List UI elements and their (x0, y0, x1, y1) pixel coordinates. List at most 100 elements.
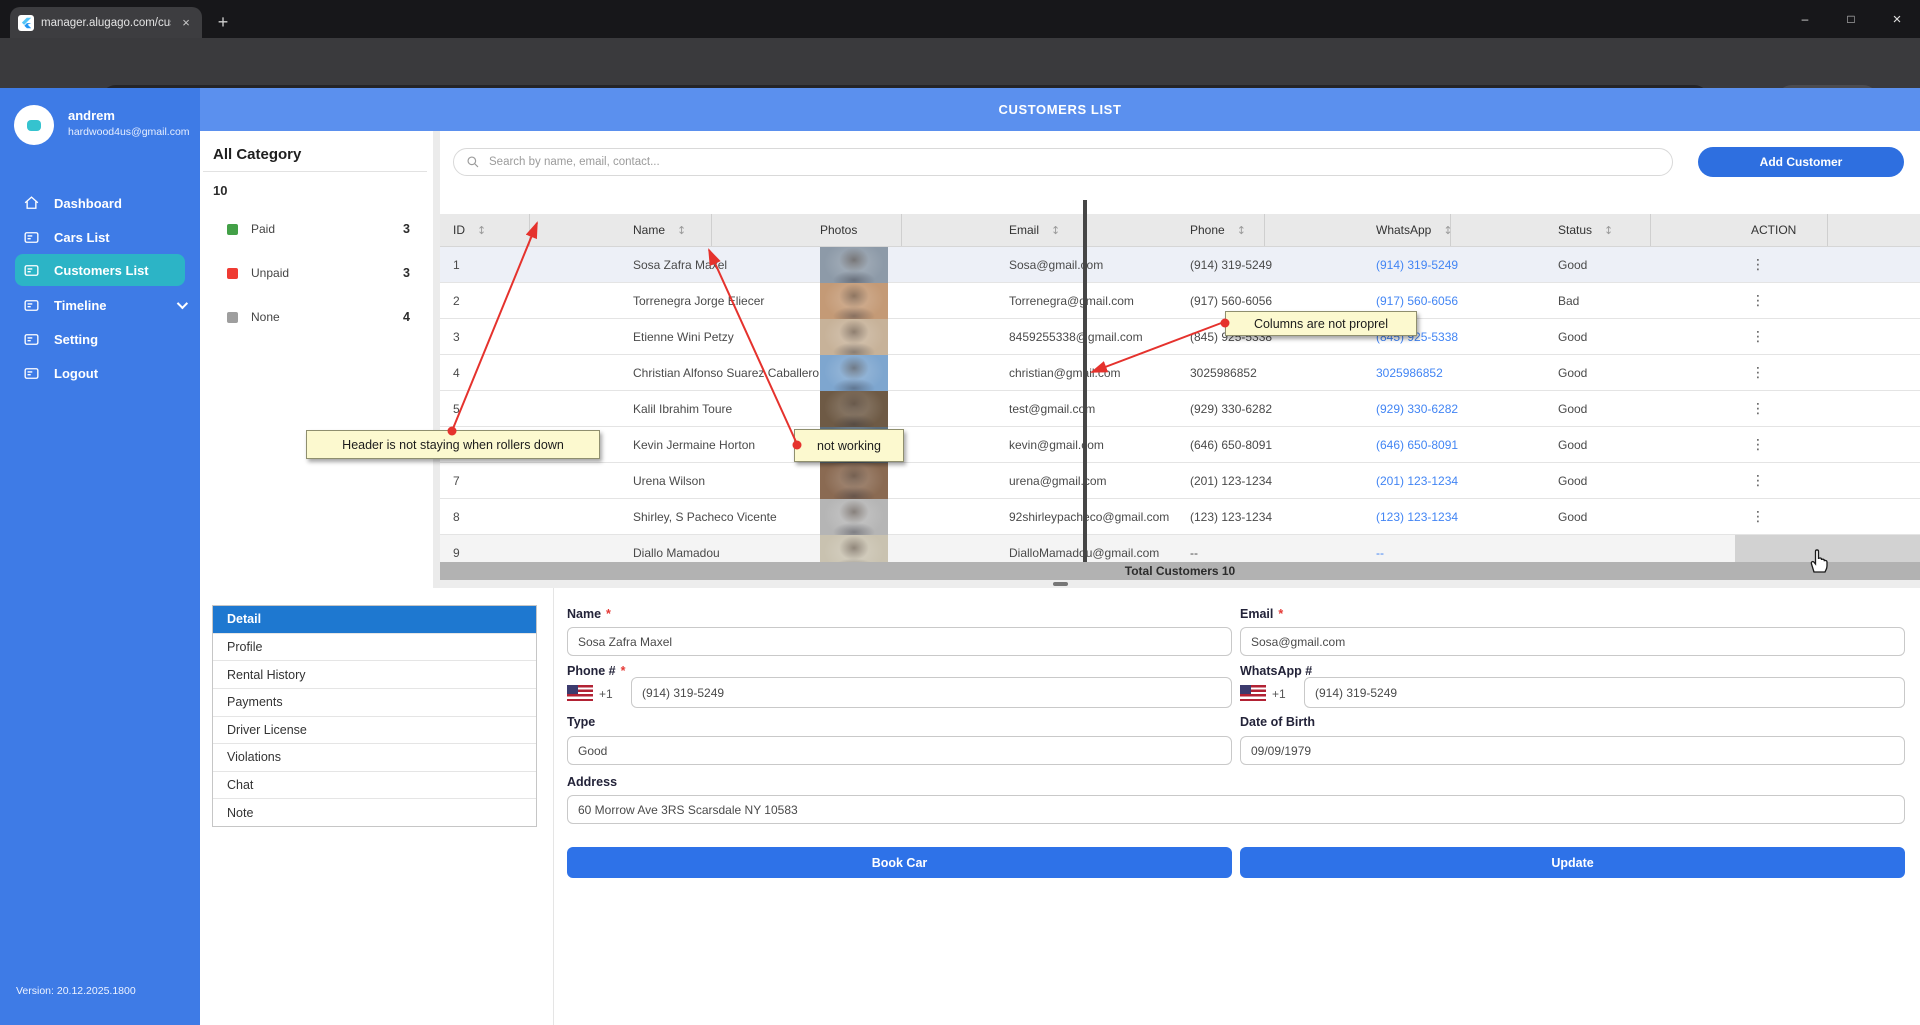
maximize-button[interactable]: □ (1828, 0, 1874, 38)
required-asterisk: * (620, 664, 626, 678)
email-field[interactable] (1240, 627, 1905, 656)
row-actions-menu-icon[interactable]: ⋮ (1651, 355, 1828, 390)
sort-icon[interactable]: ↕ (1604, 224, 1613, 237)
sort-icon[interactable]: ↕ (477, 224, 486, 237)
type-field[interactable] (567, 736, 1232, 765)
detail-tab[interactable]: Chat (213, 770, 536, 799)
table-row[interactable]: 5 Kalil Ibrahim Toure test@gmail.com (92… (440, 390, 1920, 427)
cell-whatsapp-link[interactable]: (646) 650-8091 (1265, 427, 1458, 462)
customer-form: Name* Email* Phone #* +1 WhatsApp # +1 T… (567, 588, 1905, 1025)
table-row[interactable]: 3 Etienne Wini Petzy 8459255338@gmail.co… (440, 318, 1920, 355)
cell-whatsapp-link[interactable]: (201) 123-1234 (1265, 463, 1458, 498)
sidebar-nav: Dashboard Cars List Customers List Timel… (0, 186, 200, 390)
cell-phone: 3025986852 (1190, 365, 1257, 380)
row-actions-menu-icon[interactable]: ⋮ (1651, 283, 1828, 318)
sidebar-nav-item[interactable]: Setting (0, 322, 200, 356)
table-row[interactable]: 1 Sosa Zafra Maxel Sosa@gmail.com (914) … (440, 247, 1920, 283)
us-flag-icon[interactable] (567, 685, 593, 701)
cell-id: 2 (453, 293, 460, 308)
cell-id: 1 (453, 257, 460, 272)
add-customer-button[interactable]: Add Customer (1698, 147, 1904, 177)
column-label: Email (1009, 223, 1040, 237)
us-flag-icon[interactable] (1240, 685, 1266, 701)
book-car-button[interactable]: Book Car (567, 847, 1232, 878)
dob-field[interactable] (1240, 736, 1905, 765)
detail-tab[interactable]: Profile (213, 632, 536, 661)
detail-tab[interactable]: Violations (213, 743, 536, 771)
row-actions-menu-icon[interactable]: ⋮ (1651, 499, 1828, 534)
customer-photo[interactable] (820, 318, 888, 355)
name-field[interactable] (567, 627, 1232, 656)
column-header[interactable]: Status ↕ (1451, 214, 1651, 246)
row-actions-menu-icon[interactable]: ⋮ (1651, 535, 1828, 562)
column-header[interactable]: ID ↕ (440, 214, 530, 246)
cell-whatsapp-link[interactable]: (929) 330-6282 (1265, 391, 1458, 426)
detail-tab[interactable]: Payments (213, 687, 536, 716)
row-actions-menu-icon[interactable]: ⋮ (1651, 391, 1828, 426)
column-header[interactable]: Phone ↕ (1085, 214, 1265, 246)
sort-icon[interactable]: ↕ (1237, 224, 1246, 237)
address-field[interactable] (567, 795, 1905, 824)
customer-photo[interactable] (820, 390, 888, 427)
column-header[interactable]: ACTION ↕ (1651, 214, 1828, 246)
customer-photo[interactable] (820, 247, 888, 283)
column-header[interactable]: WhatsApp ↕ (1265, 214, 1453, 246)
sidebar-nav-item[interactable]: Logout (0, 356, 200, 390)
row-actions-menu-icon[interactable]: ⋮ (1651, 247, 1828, 282)
cell-phone: (201) 123-1234 (1190, 473, 1273, 488)
tab-close-icon[interactable]: × (178, 15, 194, 30)
customer-photo[interactable] (820, 462, 888, 499)
browser-tab[interactable]: manager.alugago.com/custome × (10, 7, 202, 38)
column-header[interactable]: Name ↕ (530, 214, 712, 246)
detail-tab[interactable]: Detail (213, 606, 536, 633)
scrollbar-thumb[interactable] (1053, 582, 1068, 586)
nav-item-label: Dashboard (54, 195, 122, 211)
category-row[interactable]: None 4 (227, 309, 410, 325)
cell-name: Urena Wilson (633, 473, 706, 488)
table-row[interactable]: 4 Christian Alfonso Suarez Caballero chr… (440, 354, 1920, 391)
detail-tab[interactable]: Note (213, 798, 536, 826)
sidebar-nav-item[interactable]: Timeline (0, 288, 200, 322)
row-actions-menu-icon[interactable]: ⋮ (1651, 319, 1828, 354)
cell-whatsapp-link[interactable]: 3025986852 (1265, 355, 1451, 390)
cell-whatsapp-link[interactable]: (914) 319-5249 (1265, 247, 1458, 282)
category-row[interactable]: Paid 3 (227, 221, 410, 237)
sidebar-nav-item[interactable]: Dashboard (0, 186, 200, 220)
cell-whatsapp-link[interactable]: -- (1265, 535, 1451, 562)
table-row[interactable]: 2 Torrenegra Jorge Eliecer Torrenegra@gm… (440, 282, 1920, 319)
customer-photo[interactable] (820, 534, 888, 562)
cell-whatsapp-link[interactable]: (123) 123-1234 (1265, 499, 1458, 534)
customer-photo[interactable] (820, 354, 888, 391)
cell-id: 9 (453, 545, 460, 560)
cell-name: Torrenegra Jorge Eliecer (633, 293, 765, 308)
search-input[interactable] (489, 156, 1660, 168)
row-actions-menu-icon[interactable]: ⋮ (1651, 463, 1828, 498)
name-label: Name * (567, 607, 611, 621)
cell-name: Kalil Ibrahim Toure (633, 401, 733, 416)
minimize-button[interactable]: – (1782, 0, 1828, 38)
sort-icon[interactable]: ↕ (1051, 224, 1060, 237)
horizontal-scrollbar[interactable] (440, 580, 1920, 588)
column-label: Name (633, 223, 666, 237)
close-button[interactable]: × (1874, 0, 1920, 38)
column-header[interactable]: Email ↕ (902, 214, 1085, 246)
avatar[interactable] (14, 105, 54, 145)
customer-photo[interactable] (820, 282, 888, 319)
column-header[interactable]: Photos ↕ (712, 214, 902, 246)
sidebar-nav-item[interactable]: Customers List (15, 254, 185, 286)
table-row[interactable]: 6 Kevin Jermaine Horton kevin@gmail.com … (440, 426, 1920, 463)
detail-tab[interactable]: Rental History (213, 660, 536, 688)
update-button[interactable]: Update (1240, 847, 1905, 878)
sidebar-nav-item[interactable]: Cars List (0, 220, 200, 254)
detail-tab[interactable]: Driver License (213, 715, 536, 744)
phone-field[interactable] (631, 677, 1232, 708)
sort-icon[interactable]: ↕ (677, 224, 686, 237)
table-row[interactable]: 7 Urena Wilson urena@gmail.com (201) 123… (440, 462, 1920, 499)
row-actions-menu-icon[interactable]: ⋮ (1651, 427, 1828, 462)
table-row[interactable]: 9 Diallo Mamadou DialloMamadou@gmail.com… (440, 534, 1920, 562)
category-row[interactable]: Unpaid 3 (227, 265, 410, 281)
new-tab-button[interactable]: + (210, 9, 236, 35)
table-row[interactable]: 8 Shirley, S Pacheco Vicente 92shirleypa… (440, 498, 1920, 535)
customer-photo[interactable] (820, 498, 888, 535)
whatsapp-field[interactable] (1304, 677, 1905, 708)
